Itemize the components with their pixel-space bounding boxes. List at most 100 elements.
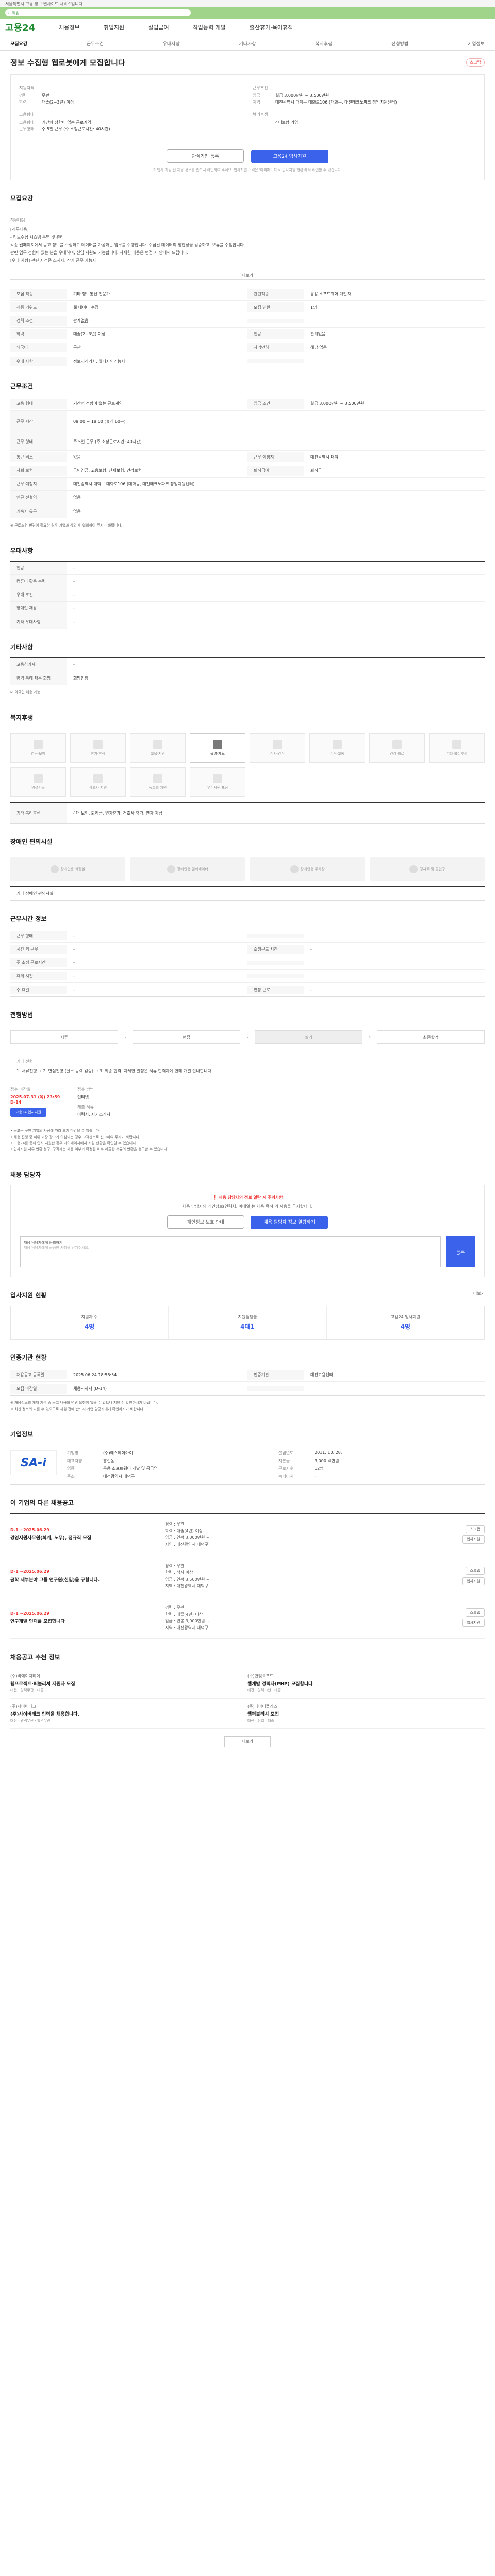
scrap-button[interactable]: 스크랩 (465, 1567, 485, 1575)
check-icon: ☑ (10, 690, 15, 694)
welfare-item: 기타 복리후생 (429, 733, 485, 763)
recommend-card[interactable]: (주)사이버테크 (주)사이버테크 인력을 채용합니다. 대전 · 경력무관 · 학… (10, 1699, 248, 1729)
scrap-button[interactable]: 스크랩 (466, 58, 485, 67)
nav-leave[interactable]: 출산휴가·육아휴직 (250, 23, 293, 31)
job-summary: 지원자격 경력 무관 학력 대졸(2~3년) 이상 고용형태 고용형태 기간의 정함이… (10, 74, 485, 140)
apply-area: 관심기업 등록 고용24 입사지원 ※ 입사 지원 전 채용 정보를 반드시 확… (10, 140, 485, 180)
table-row: 전공 - (10, 562, 485, 575)
more-link[interactable]: 더보기 (10, 268, 485, 279)
recruit-intro: 직무내용 [직무내용] - 정보수집 시스템 운영 및 관리 각종 웹페이지에서… (10, 209, 485, 280)
education-icon (153, 740, 162, 749)
conditions-note: ※ 근로조건 변경이 필요한 경우 기업과 상의 후 협의하여 주시기 바랍니다… (10, 523, 123, 528)
nav-unemployment[interactable]: 실업급여 (148, 23, 169, 31)
recommend-section: 채용공고 추천 정보 (주)비에이치티이 웹프로젝트·퍼블리셔 지원자 모집 대전 … (0, 1653, 495, 1768)
notice-list: • 공고는 구인 기업의 사정에 따라 조기 마감될 수 있습니다. • 채용 … (10, 1129, 169, 1151)
nav-employment-support[interactable]: 취업지원 (104, 23, 124, 31)
recommend-more-button[interactable]: 더보기 (224, 1736, 271, 1747)
site-logo[interactable]: 고용24 (5, 21, 35, 34)
deadline-date: 2025.07.31 (목) 23:59 (10, 1095, 60, 1099)
vacation-icon (93, 740, 103, 749)
table-row: 채용공고 등록일 2025.06.24 18:58:54 인증기관 대전고용센터 (10, 1368, 485, 1382)
salary-icon (213, 740, 222, 749)
arrow-right-icon: › (246, 1034, 249, 1040)
tab-preference[interactable]: 우대사항 (163, 40, 180, 47)
section-title: 전형방법 (10, 1011, 34, 1019)
tab-welfare[interactable]: 복지후생 (315, 40, 332, 47)
table-row: 기타 복리후생 4대 보험, 퇴직금, 연차휴가, 경조사 휴가, 연차 지급 (10, 803, 485, 823)
list-item[interactable]: D-1 ~2025.06.29 경영지원사무원(회계, 노무), 정규직 모집 경… (10, 1514, 485, 1555)
summary-right: 근무조건 임금 월급 3,000만원 ~ 3,500만원 지역 대전광역시 대덕구 … (253, 82, 476, 132)
apply-button[interactable]: 고용24 입사지원 (251, 150, 328, 163)
apply-button-secondary[interactable]: 고용24 입사지원 (10, 1108, 46, 1117)
job-title-row: 정보 수집형 웹로봇에게 모집합니다 스크랩 (0, 51, 495, 74)
recommend-card[interactable]: (주)데이터플러스 웹퍼블리셔 모집 대전 · 신입 · 대졸 (248, 1699, 485, 1729)
table-row: 학력 대졸(2~3년) 이상 전공 관계없음 (10, 328, 485, 341)
tab-company[interactable]: 기업정보 (468, 40, 485, 47)
list-item[interactable]: D-1 ~2025.06.29 공학 세부분야 그룹 연구원(신입)을 구합니다.… (10, 1555, 485, 1597)
job-list: D-1 ~2025.06.29 경영지원사무원(회계, 노무), 정규직 모집 경… (10, 1513, 485, 1639)
nav-jobs[interactable]: 채용정보 (59, 23, 79, 31)
search-icon: ⌕ (8, 10, 12, 15)
welfare-item: 연금·보험 (10, 733, 66, 763)
disability-item: 장애인용 화장실 (10, 857, 125, 881)
top-notice-bar: 서울특별시 고용 정보 웹사이트 서비스입니다 (0, 0, 495, 7)
recommend-card[interactable]: (주)한빛소프트 웹개발 경력자(PHP) 모집합니다 대전 · 경력 3년 · 대… (248, 1668, 485, 1699)
interest-company-button[interactable]: 관심기업 등록 (167, 149, 244, 163)
table-row: 주 소정 근로시간 - (10, 956, 485, 970)
qna-input[interactable]: 채용 담당자에게 문의하기 채용 담당자에게 궁금한 사항을 남겨주세요. (20, 1236, 441, 1267)
qna-area: 채용 담당자에게 문의하기 채용 담당자에게 궁금한 사항을 남겨주세요. 등록 (20, 1236, 475, 1267)
recommend-card[interactable]: (주)비에이치티이 웹프로젝트·퍼블리셔 지원자 모집 대전 · 경력무관 · 대졸 (10, 1668, 248, 1699)
method-box: 기타 전형 1. 서류전형 → 2. 면접전형 (실무 능력 검증) → 3. … (10, 1049, 485, 1080)
welfare-item: 동호회 지원 (130, 767, 186, 797)
search-input[interactable]: ⌕ 직업 (5, 9, 191, 16)
etc-icon (452, 740, 461, 749)
company-detail: SA-i 기업명 (주)에스에이아이 설립년도 2011. 10. 28. 대표자명… (10, 1445, 485, 1484)
recruit-text: 직무내용 [직무내용] - 정보수집 시스템 운영 및 관리 각종 웹페이지에서… (10, 218, 245, 263)
view-contact-button[interactable]: 채용 담당자 정보 열람하기 (251, 1216, 328, 1229)
info-notes: ※ 채용정보의 게재 기간 중 공고 내용의 변경 요청이 있을 수 있으니 지… (10, 1401, 158, 1411)
meal-icon (273, 740, 282, 749)
etc-extra: ☑ 외국인 채용 가능 (10, 690, 41, 694)
company-info: 기업명 (주)에스에이아이 설립년도 2011. 10. 28. 대표자명 홍길동 자… (67, 1450, 342, 1479)
table-row: 컴퓨터 활용 능력 - (10, 575, 485, 588)
apply-button[interactable]: 입사지원 (462, 1619, 485, 1627)
scrap-button[interactable]: 스크랩 (465, 1608, 485, 1617)
table-row: 사회 보험 국민연금, 고용보험, 산재보험, 건강보험 퇴직급여 퇴직금 (10, 464, 485, 478)
warning-icon: ❗ (212, 1195, 219, 1200)
table-row: 근무 시간 09:00 ~ 18:00 (휴게 60분) (10, 411, 485, 433)
apply-button[interactable]: 입사지원 (462, 1535, 485, 1544)
tab-etc[interactable]: 기타사항 (239, 40, 256, 47)
table-row: 경력 조건 관계없음 (10, 314, 485, 328)
section-title: 근무시간 정보 (10, 915, 47, 922)
qna-submit-button[interactable]: 등록 (446, 1236, 475, 1267)
scrap-button[interactable]: 스크랩 (465, 1525, 485, 1533)
page-title: 정보 수집형 웹로봇에게 모집합니다 (10, 58, 125, 67)
stats-more-link[interactable]: 더보기 (473, 1291, 485, 1296)
tab-recruit[interactable]: 모집요강 (10, 40, 27, 47)
summary-item: 4대보험 가입 (275, 120, 299, 125)
summary-item: 학력 대졸(2~3년) 이상 (19, 100, 74, 105)
summary-item: 지역 대전광역시 대덕구 대화로106 (대화동, 대전테크노파크 창업지원센터) (253, 100, 397, 105)
section-title: 기업정보 (10, 1431, 34, 1438)
stat-item: 지원자 수 4명 (11, 1306, 169, 1339)
ramp-icon (409, 865, 418, 873)
tab-conditions[interactable]: 근무조건 (87, 40, 104, 47)
table-row: 시간 외 근무 - 소정근로 시간 - (10, 943, 485, 956)
section-title: 입사지원 현황 더보기 (10, 1291, 485, 1299)
nav-training[interactable]: 직업능력 개발 (193, 23, 226, 31)
list-item[interactable]: D-1 ~2025.06.29 연구개발 인재를 모집합니다 경력 : 무관 학력 … (10, 1597, 485, 1639)
table-row: 모집 마감일 채용시까지 (D-14) (10, 1382, 485, 1395)
privacy-button[interactable]: 개인정보 보호 안내 (167, 1215, 244, 1229)
welfare-item: 교육·지원 (130, 733, 186, 763)
worktime-table: 근무 형태 - 시간 외 근무 - 소정근로 시간 - 주 소정 근로시간 - 휴게 시간… (10, 929, 485, 997)
table-row: 직종 키워드 웹 데이터 수집 모집 인원 1명 (10, 301, 485, 314)
process-step: 필기 (255, 1030, 362, 1044)
apply-button[interactable]: 입사지원 (462, 1577, 485, 1585)
job-tabs: 모집요강 근무조건 우대사항 기타사항 복지후생 전형방법 기업정보 (0, 36, 495, 51)
award-icon (213, 774, 222, 783)
tab-process[interactable]: 전형방법 (391, 40, 408, 47)
company-box: SA-i 기업명 (주)에스에이아이 설립년도 2011. 10. 28. 대표자명… (10, 1445, 485, 1485)
apply-note: ※ 입사 지원 전 채용 정보를 반드시 확인하여 주세요. 입사지원 이력은 … (153, 168, 342, 172)
dday-badge: D-14 (10, 1100, 22, 1105)
summary-item: 근무형태 주 5일 근무 (주 소정근로시간: 40시간) (19, 127, 110, 131)
